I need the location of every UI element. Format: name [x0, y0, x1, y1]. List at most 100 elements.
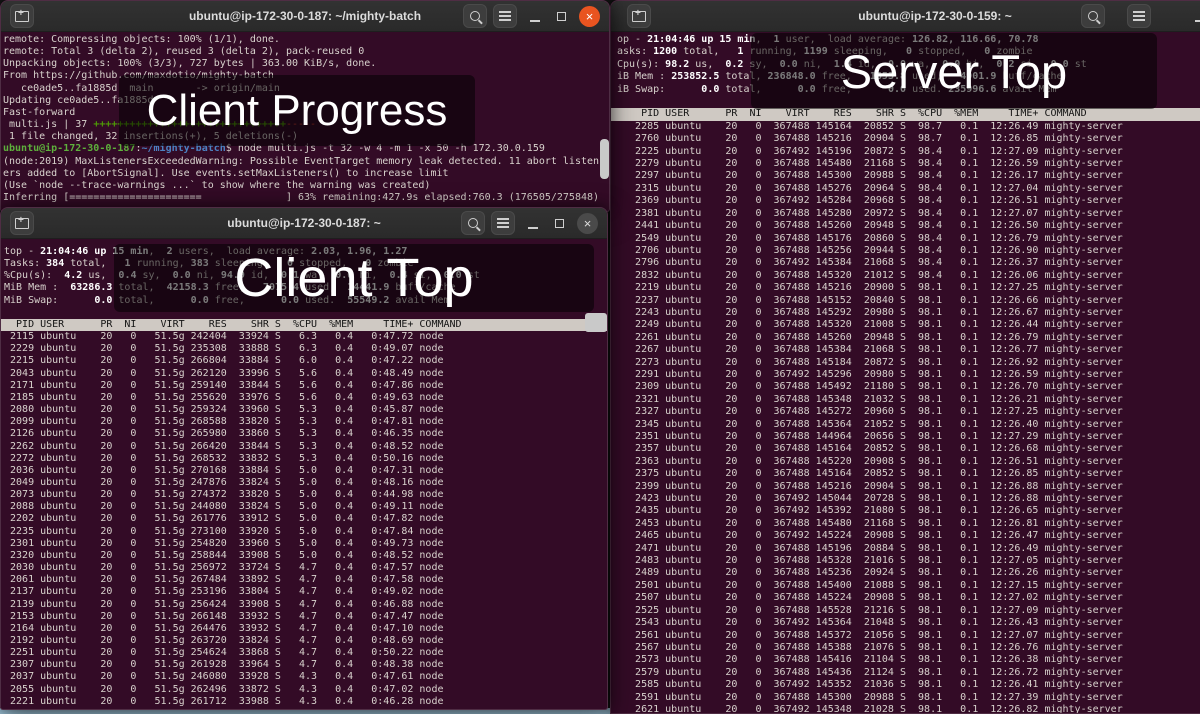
- menu-icon: [497, 222, 509, 224]
- process-row: 2351 ubuntu 20 0 367488 144964 20656 S 9…: [617, 431, 1200, 443]
- terminal-line: remote: Compressing objects: 100% (1/1),…: [3, 34, 609, 46]
- process-row: 2088 ubuntu 20 0 51.5g 244080 33824 S 5.…: [4, 501, 607, 513]
- search-button[interactable]: [1081, 4, 1105, 28]
- process-row: 2832 ubuntu 20 0 367488 145320 21012 S 9…: [617, 270, 1200, 282]
- menu-button[interactable]: [491, 211, 515, 235]
- menu-button[interactable]: [493, 4, 517, 28]
- process-row: 2215 ubuntu 20 0 51.5g 266804 33884 S 6.…: [4, 355, 607, 367]
- minimize-button[interactable]: [521, 211, 545, 235]
- close-button[interactable]: [579, 6, 600, 27]
- process-row: 2573 ubuntu 20 0 367488 145416 21104 S 9…: [617, 654, 1200, 666]
- menu-icon: [1133, 15, 1145, 17]
- process-row: 2229 ubuntu 20 0 51.5g 235308 33888 S 6.…: [4, 343, 607, 355]
- process-row: 2055 ubuntu 20 0 51.5g 262496 33872 S 4.…: [4, 684, 607, 696]
- new-tab-icon: [632, 11, 646, 22]
- process-row: 2345 ubuntu 20 0 367488 145364 21052 S 9…: [617, 419, 1200, 431]
- process-row: 2036 ubuntu 20 0 51.5g 270168 33884 S 5.…: [4, 465, 607, 477]
- client-progress-terminal-window: ubuntu@ip-172-30-0-187: ~/mighty-batch r…: [0, 0, 610, 212]
- minimize-icon: [528, 227, 538, 229]
- scrollbar-thumb[interactable]: [585, 313, 607, 332]
- maximize-button[interactable]: [549, 4, 573, 28]
- client-top-terminal-window: ubuntu@ip-172-30-0-187: ~ top - 21:04:46…: [0, 207, 608, 710]
- process-row: 2369 ubuntu 20 0 367492 145284 20968 S 9…: [617, 195, 1200, 207]
- process-row: 2049 ubuntu 20 0 51.5g 247876 33824 S 5.…: [4, 477, 607, 489]
- client-top-titlebar[interactable]: ubuntu@ip-172-30-0-187: ~: [1, 208, 607, 239]
- process-row: 2235 ubuntu 20 0 51.5g 273100 33920 S 5.…: [4, 526, 607, 538]
- process-row: 2262 ubuntu 20 0 51.5g 266420 33844 S 5.…: [4, 441, 607, 453]
- process-row: 2285 ubuntu 20 0 367488 145164 20852 S 9…: [617, 121, 1200, 133]
- process-row: 2171 ubuntu 20 0 51.5g 259140 33844 S 5.…: [4, 380, 607, 392]
- new-tab-button[interactable]: [627, 4, 651, 28]
- process-row: 2706 ubuntu 20 0 367488 145256 20944 S 9…: [617, 245, 1200, 257]
- process-row: 2080 ubuntu 20 0 51.5g 259324 33960 S 5.…: [4, 404, 607, 416]
- process-row: 2315 ubuntu 20 0 367488 145276 20964 S 9…: [617, 183, 1200, 195]
- new-tab-icon: [15, 218, 29, 229]
- process-row: 2621 ubuntu 20 0 367492 145348 21028 S 9…: [617, 704, 1200, 713]
- process-row: 2399 ubuntu 20 0 367488 145216 20904 S 9…: [617, 481, 1200, 493]
- maximize-icon: [557, 12, 566, 21]
- process-row: 2453 ubuntu 20 0 367488 145480 21168 S 9…: [617, 518, 1200, 530]
- process-row: 2164 ubuntu 20 0 51.5g 264476 33932 S 4.…: [4, 623, 607, 635]
- process-row: 2192 ubuntu 20 0 51.5g 263720 33824 S 4.…: [4, 635, 607, 647]
- client-top-overlay-label: Client Top: [114, 244, 594, 312]
- process-row: 2501 ubuntu 20 0 367488 145400 21088 S 9…: [617, 580, 1200, 592]
- process-row: 2126 ubuntu 20 0 51.5g 265980 33860 S 5.…: [4, 428, 607, 440]
- process-row: 2321 ubuntu 20 0 367488 145348 21032 S 9…: [617, 394, 1200, 406]
- search-icon: [1088, 11, 1098, 21]
- minimize-button[interactable]: [523, 4, 547, 28]
- process-row: 2249 ubuntu 20 0 367488 145320 21008 S 9…: [617, 319, 1200, 331]
- scrollbar-thumb[interactable]: [600, 139, 609, 179]
- minimize-button[interactable]: [1188, 4, 1200, 28]
- new-tab-button[interactable]: [10, 4, 34, 28]
- process-row: 2320 ubuntu 20 0 51.5g 258844 33908 S 5.…: [4, 550, 607, 562]
- process-row: 2219 ubuntu 20 0 367488 145216 20900 S 9…: [617, 282, 1200, 294]
- new-tab-icon: [15, 11, 29, 22]
- close-button[interactable]: [577, 213, 598, 234]
- process-row: 2301 ubuntu 20 0 51.5g 254820 33960 S 5.…: [4, 538, 607, 550]
- process-table-header: PID USER PR NI VIRT RES SHR S %CPU %MEM …: [611, 108, 1200, 120]
- process-row: 2363 ubuntu 20 0 367488 145220 20908 S 9…: [617, 456, 1200, 468]
- server-titlebar[interactable]: ubuntu@ip-172-30-0-159: ~: [611, 1, 1200, 32]
- process-row: 2297 ubuntu 20 0 367488 145300 20988 S 9…: [617, 170, 1200, 182]
- process-row: 2381 ubuntu 20 0 367488 145280 20972 S 9…: [617, 208, 1200, 220]
- maximize-button[interactable]: [547, 211, 571, 235]
- process-row: 2435 ubuntu 20 0 367492 145392 21080 S 9…: [617, 505, 1200, 517]
- process-row: 2202 ubuntu 20 0 51.5g 261776 33912 S 5.…: [4, 513, 607, 525]
- process-row: 2279 ubuntu 20 0 367488 145480 21168 S 9…: [617, 158, 1200, 170]
- menu-button[interactable]: [1127, 4, 1151, 28]
- process-row: 2099 ubuntu 20 0 51.5g 268588 33820 S 5.…: [4, 416, 607, 428]
- process-row: 2796 ubuntu 20 0 367492 145384 21068 S 9…: [617, 257, 1200, 269]
- new-tab-button[interactable]: [10, 211, 34, 235]
- process-row: 2261 ubuntu 20 0 367488 145260 20948 S 9…: [617, 332, 1200, 344]
- process-row: 2243 ubuntu 20 0 367488 145292 20980 S 9…: [617, 307, 1200, 319]
- process-row: 2061 ubuntu 20 0 51.5g 267484 33892 S 4.…: [4, 574, 607, 586]
- terminal-line: ers added to [AbortSignal]. Use events.s…: [3, 168, 609, 180]
- process-row: 2375 ubuntu 20 0 367488 145164 20852 S 9…: [617, 468, 1200, 480]
- process-row: 2115 ubuntu 20 0 51.5g 242404 33924 S 6.…: [4, 331, 607, 343]
- process-row: 2137 ubuntu 20 0 51.5g 253196 33804 S 4.…: [4, 586, 607, 598]
- search-button[interactable]: [463, 4, 487, 28]
- process-row: 2579 ubuntu 20 0 367488 145436 21124 S 9…: [617, 667, 1200, 679]
- process-row: 2760 ubuntu 20 0 367488 145216 20904 S 9…: [617, 133, 1200, 145]
- process-row: 2251 ubuntu 20 0 51.5g 254624 33868 S 4.…: [4, 647, 607, 659]
- process-row: 2073 ubuntu 20 0 51.5g 274372 33820 S 5.…: [4, 489, 607, 501]
- process-row: 2153 ubuntu 20 0 51.5g 266148 33932 S 4.…: [4, 611, 607, 623]
- process-row: 2225 ubuntu 20 0 367492 145196 20872 S 9…: [617, 146, 1200, 158]
- process-row: 2030 ubuntu 20 0 51.5g 256972 33724 S 4.…: [4, 562, 607, 574]
- process-row: 2185 ubuntu 20 0 51.5g 255620 33976 S 5.…: [4, 392, 607, 404]
- search-icon: [470, 11, 480, 21]
- process-row: 2585 ubuntu 20 0 367492 145352 21036 S 9…: [617, 679, 1200, 691]
- process-row: 2037 ubuntu 20 0 51.5g 246080 33928 S 4.…: [4, 671, 607, 683]
- process-row: 2307 ubuntu 20 0 51.5g 261928 33964 S 4.…: [4, 659, 607, 671]
- process-row: 2591 ubuntu 20 0 367488 145300 20988 S 9…: [617, 692, 1200, 704]
- client-progress-titlebar[interactable]: ubuntu@ip-172-30-0-187: ~/mighty-batch: [1, 1, 609, 32]
- client-progress-overlay-label: Client Progress: [119, 75, 475, 146]
- process-row: 2489 ubuntu 20 0 367488 145236 20924 S 9…: [617, 567, 1200, 579]
- maximize-icon: [555, 219, 564, 228]
- process-row: 2357 ubuntu 20 0 367488 145164 20852 S 9…: [617, 443, 1200, 455]
- search-button[interactable]: [461, 211, 485, 235]
- search-icon: [468, 218, 478, 228]
- menu-icon: [499, 15, 511, 17]
- process-row: 2309 ubuntu 20 0 367488 145492 21180 S 9…: [617, 381, 1200, 393]
- process-row: 2549 ubuntu 20 0 367488 145176 20860 S 9…: [617, 233, 1200, 245]
